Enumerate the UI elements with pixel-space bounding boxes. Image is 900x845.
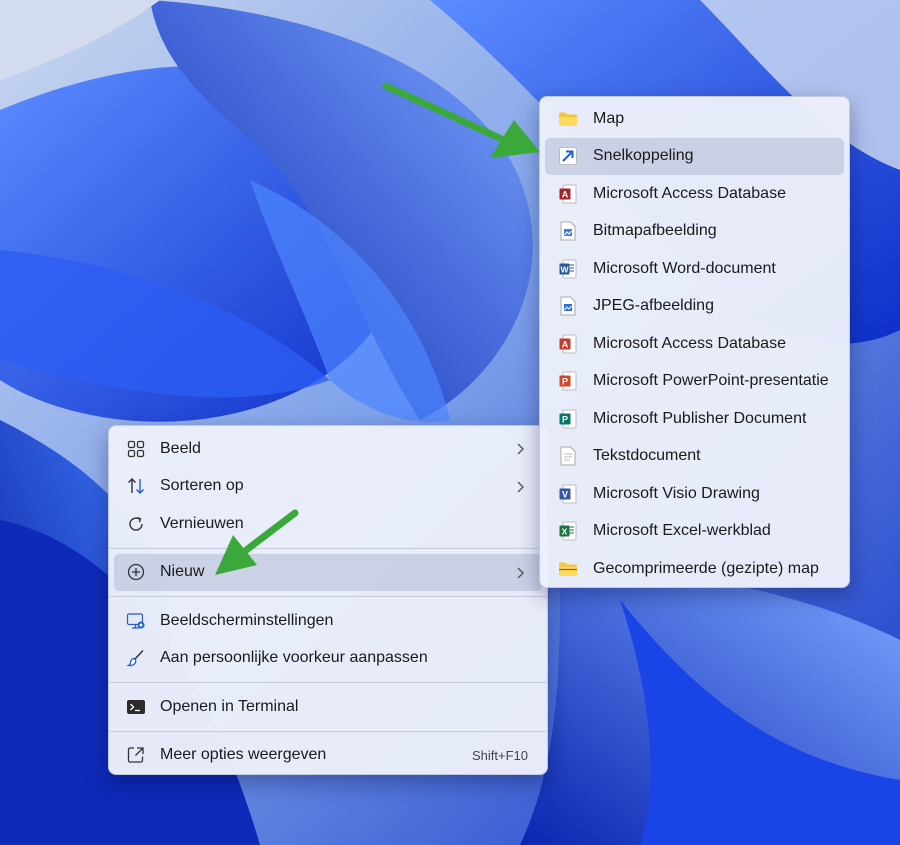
svg-text:W: W [560, 264, 569, 274]
menu-item-vernieuwen[interactable]: Vernieuwen [114, 505, 542, 543]
publisher-icon: P [557, 408, 579, 430]
display-settings-icon [125, 610, 147, 632]
submenu-item-label: Tekstdocument [593, 447, 701, 465]
chevron-right-icon [517, 443, 524, 455]
submenu-item-access-database-2[interactable]: A Microsoft Access Database [545, 325, 844, 363]
menu-item-label: Meer opties weergeven [160, 746, 327, 764]
submenu-item-publisher[interactable]: P Microsoft Publisher Document [545, 400, 844, 438]
folder-icon [557, 108, 579, 130]
menu-item-label: Sorteren op [160, 477, 244, 495]
submenu-item-visio[interactable]: V Microsoft Visio Drawing [545, 475, 844, 513]
menu-separator [109, 730, 547, 732]
svg-text:A: A [562, 339, 569, 349]
submenu-item-label: Microsoft Access Database [593, 184, 786, 202]
menu-item-label: Openen in Terminal [160, 697, 299, 715]
menu-separator [109, 682, 547, 683]
menu-item-label: Nieuw [160, 563, 205, 581]
svg-text:P: P [562, 414, 568, 424]
excel-icon: X [557, 520, 579, 542]
access-icon: A [557, 183, 579, 205]
submenu-item-label: Map [593, 109, 625, 127]
menu-item-sorteren-op[interactable]: Sorteren op [114, 468, 542, 506]
menu-item-label: Vernieuwen [160, 514, 244, 532]
submenu-item-access-database[interactable]: A Microsoft Access Database [545, 175, 844, 213]
submenu-item-label: Snelkoppeling [593, 147, 694, 165]
menu-item-label: Beeldscherminstellingen [160, 611, 334, 629]
svg-text:X: X [562, 527, 568, 537]
submenu-item-zip-map[interactable]: Gecomprimeerde (gezipte) map [545, 550, 844, 588]
submenu-item-snelkoppeling[interactable]: Snelkoppeling [545, 137, 844, 175]
menu-item-beeld[interactable]: Beeld [114, 430, 542, 468]
menu-item-openen-in-terminal[interactable]: Openen in Terminal [114, 688, 542, 726]
submenu-item-label: Microsoft Access Database [593, 334, 786, 352]
keyboard-shortcut: Shift+F10 [471, 747, 528, 763]
terminal-icon [125, 696, 147, 718]
submenu-item-label: Microsoft PowerPoint-presentatie [593, 372, 829, 390]
submenu-item-label: Microsoft Excel-werkblad [593, 522, 771, 540]
submenu-item-label: Microsoft Visio Drawing [593, 484, 760, 502]
menu-separator [109, 547, 547, 549]
submenu-item-label: JPEG-afbeelding [593, 297, 714, 315]
sort-arrows-icon [125, 475, 147, 497]
powerpoint-icon: P [557, 370, 579, 392]
menu-item-label: Aan persoonlijke voorkeur aanpassen [160, 649, 428, 667]
svg-text:V: V [562, 489, 568, 499]
text-file-icon [557, 445, 579, 467]
chevron-right-icon [517, 481, 524, 492]
submenu-item-tekstdocument[interactable]: Tekstdocument [545, 438, 844, 476]
submenu-item-map[interactable]: Map [545, 100, 844, 138]
submenu-item-label: Microsoft Word-document [593, 259, 776, 277]
desktop-context-menu: Beeld Sorteren op Vernieuwen Nieuw Beeld… [108, 425, 548, 775]
submenu-item-label: Gecomprimeerde (gezipte) map [593, 559, 819, 577]
menu-item-beeldscherminstellingen[interactable]: Beeldscherminstellingen [114, 602, 542, 640]
submenu-item-label: Microsoft Publisher Document [593, 409, 807, 427]
menu-item-nieuw[interactable]: Nieuw [114, 553, 542, 591]
zip-folder-icon [557, 558, 579, 580]
menu-item-label: Beeld [160, 439, 201, 457]
refresh-icon [125, 513, 147, 535]
submenu-item-jpeg[interactable]: JPEG-afbeelding [545, 288, 844, 326]
menu-item-persoonlijke-voorkeur[interactable]: Aan persoonlijke voorkeur aanpassen [114, 640, 542, 678]
menu-separator [109, 596, 547, 597]
jpeg-file-icon [557, 295, 579, 317]
word-icon: W [557, 258, 579, 280]
visio-icon: V [557, 483, 579, 505]
paintbrush-icon [125, 647, 147, 669]
shortcut-arrow-icon [557, 145, 579, 167]
chevron-right-icon [517, 567, 524, 578]
submenu-item-word[interactable]: W Microsoft Word-document [545, 250, 844, 288]
svg-text:A: A [562, 189, 569, 199]
access-icon: A [557, 333, 579, 355]
grid-view-icon [125, 438, 147, 460]
submenu-item-label: Bitmapafbeelding [593, 222, 717, 240]
plus-circle-icon [125, 561, 147, 583]
svg-text:P: P [562, 377, 568, 387]
submenu-item-excel[interactable]: X Microsoft Excel-werkblad [545, 513, 844, 551]
menu-item-meer-opties[interactable]: Meer opties weergeven Shift+F10 [114, 737, 542, 775]
new-submenu: Map Snelkoppeling A Microsoft Access Dat… [539, 96, 850, 588]
bitmap-file-icon [557, 220, 579, 242]
external-link-icon [125, 744, 147, 766]
submenu-item-bitmap[interactable]: Bitmapafbeelding [545, 213, 844, 251]
submenu-item-powerpoint[interactable]: P Microsoft PowerPoint-presentatie [545, 363, 844, 401]
